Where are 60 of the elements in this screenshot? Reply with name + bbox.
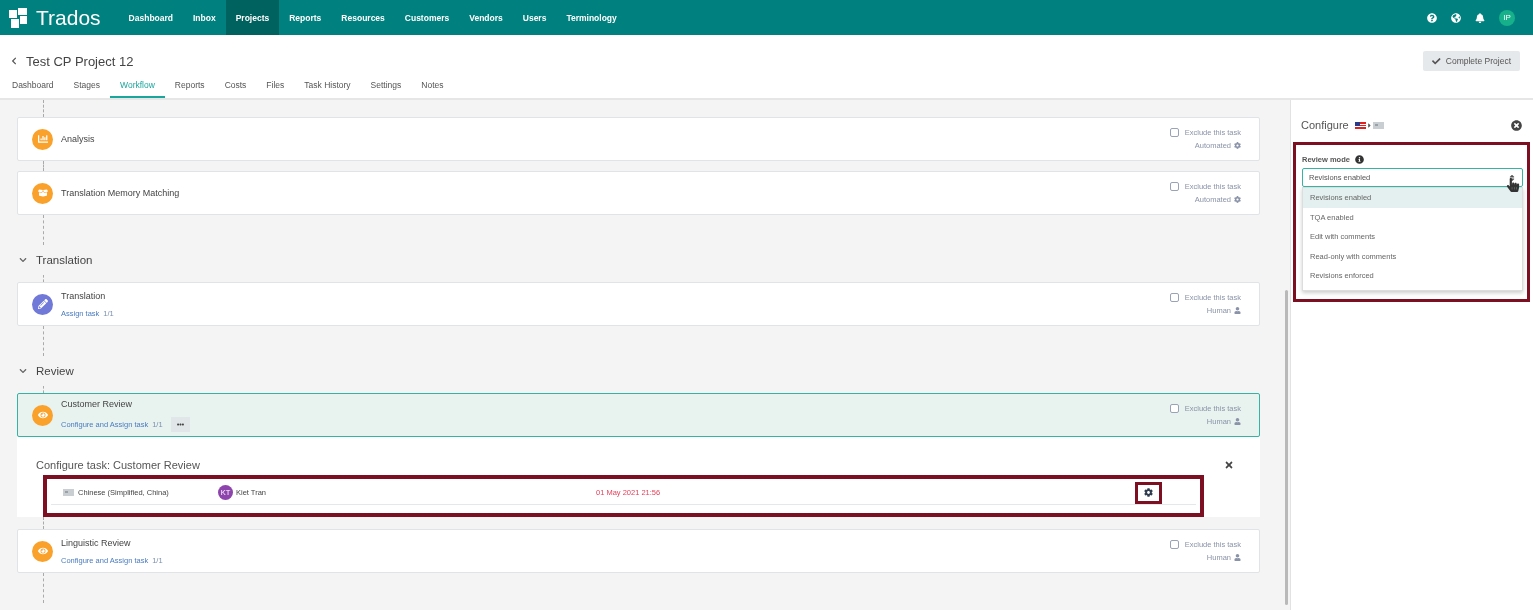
exclude-checkbox[interactable] bbox=[1169, 182, 1179, 191]
panel-title: Configure bbox=[1301, 119, 1349, 131]
task-name: Linguistic Review bbox=[61, 537, 132, 548]
exclude-checkbox[interactable] bbox=[1169, 540, 1179, 549]
chevron-icon[interactable] bbox=[19, 367, 27, 375]
exclude-checkbox[interactable] bbox=[1169, 128, 1179, 137]
person-icon bbox=[1234, 554, 1241, 561]
task-name: Customer Review bbox=[61, 398, 134, 409]
nav-item[interactable]: Dashboard bbox=[118, 0, 183, 35]
language-flag-icon bbox=[63, 489, 74, 496]
gear-icon bbox=[1234, 142, 1241, 149]
back-icon[interactable] bbox=[10, 57, 18, 65]
close-icon[interactable] bbox=[1511, 119, 1522, 131]
nav-item[interactable]: Customers bbox=[394, 0, 460, 35]
tab[interactable]: Reports bbox=[164, 80, 215, 98]
nav-item[interactable]: Terminology bbox=[556, 0, 627, 35]
tab[interactable]: Task History bbox=[294, 80, 361, 98]
person-icon bbox=[1234, 307, 1241, 314]
configure-task-title: Configure task: Customer Review bbox=[36, 459, 200, 471]
complete-project-button[interactable]: Complete Project bbox=[1423, 51, 1520, 71]
flag-icon bbox=[1372, 121, 1384, 129]
bell-icon[interactable] bbox=[1475, 12, 1485, 23]
scrollbar[interactable] bbox=[1284, 290, 1288, 605]
sort-icon bbox=[1508, 173, 1516, 182]
nav-item[interactable]: Inbox bbox=[183, 0, 226, 35]
tab[interactable]: Files bbox=[256, 80, 295, 98]
task-name: Analysis bbox=[61, 134, 95, 144]
task-name: Translation Memory Matching bbox=[61, 188, 180, 198]
exclude-checkbox[interactable] bbox=[1169, 404, 1179, 413]
person-icon bbox=[1234, 418, 1241, 425]
flag-icon bbox=[1354, 121, 1366, 129]
settings-button[interactable] bbox=[1135, 481, 1162, 504]
gear-icon bbox=[1234, 196, 1241, 203]
arrow-icon bbox=[1365, 121, 1373, 129]
settings-icon bbox=[1144, 487, 1153, 498]
close-icon[interactable] bbox=[1224, 460, 1234, 470]
nav-item[interactable]: Reports bbox=[279, 0, 332, 35]
project-title: Test CP Project 12 bbox=[26, 53, 134, 69]
tab[interactable]: Notes bbox=[411, 80, 454, 98]
help-icon[interactable] bbox=[1427, 12, 1437, 23]
tab[interactable]: Stages bbox=[63, 80, 111, 98]
check-icon bbox=[1432, 56, 1441, 66]
nav-item[interactable]: Vendors bbox=[459, 0, 513, 35]
globe-icon[interactable] bbox=[1451, 12, 1461, 23]
tab[interactable]: Dashboard bbox=[2, 80, 64, 98]
chevron-icon[interactable] bbox=[19, 256, 27, 264]
nav-item[interactable]: Users bbox=[512, 0, 557, 35]
hand-cursor-icon bbox=[1506, 178, 1520, 192]
nav-item[interactable]: Projects bbox=[225, 0, 280, 35]
nav-item[interactable]: Resources bbox=[331, 0, 395, 35]
more-button[interactable] bbox=[170, 416, 190, 432]
tab[interactable]: Costs bbox=[214, 80, 257, 98]
logo-icon bbox=[8, 6, 30, 29]
tab[interactable]: Settings bbox=[360, 80, 412, 98]
info-icon bbox=[1354, 155, 1364, 164]
stage-title: Review bbox=[36, 365, 74, 377]
exclude-checkbox[interactable] bbox=[1169, 293, 1179, 302]
stage-title: Translation bbox=[36, 254, 93, 266]
task-name: Translation bbox=[61, 290, 107, 301]
logo-text: Trados bbox=[36, 5, 101, 30]
